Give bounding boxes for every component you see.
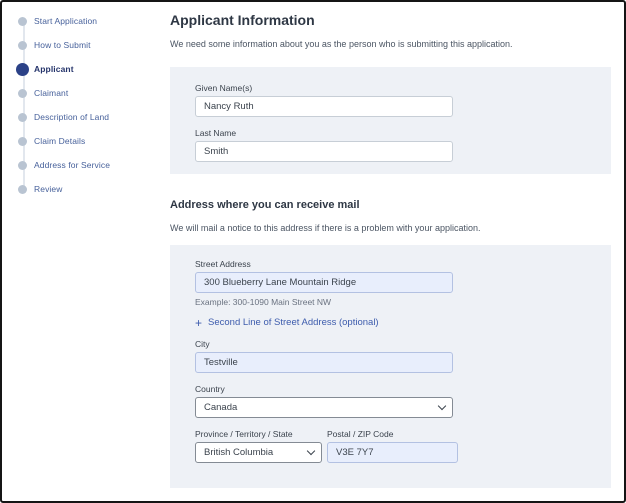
street-address-hint: Example: 300-1090 Main Street NW [195, 297, 332, 307]
address-panel: Street Address Example: 300-1090 Main St… [170, 245, 611, 488]
step-label: How to Submit [34, 40, 91, 50]
step-dot-icon [18, 136, 27, 146]
country-select-wrap: Canada [195, 397, 453, 418]
step-label: Review [34, 184, 63, 194]
step-label: Start Application [34, 16, 98, 26]
sidebar-item-claim-details[interactable]: Claim Details [16, 129, 162, 153]
sidebar-item-applicant[interactable]: Applicant [16, 57, 162, 81]
step-label: Description of Land [34, 112, 110, 122]
step-dot-active-icon [16, 62, 29, 76]
stepper-sidebar: Start Application How to Submit Applican… [16, 9, 162, 201]
step-dot-icon [18, 160, 27, 170]
province-postal-row: Province / Territory / State British Col… [195, 429, 586, 463]
step-label: Address for Service [34, 160, 111, 170]
step-dot-icon [18, 184, 27, 194]
postal-code-input[interactable] [327, 442, 458, 463]
last-name-label: Last Name [195, 128, 237, 138]
sidebar-item-start-application[interactable]: Start Application [16, 9, 162, 33]
last-name-input[interactable] [195, 141, 453, 162]
street-address-input[interactable] [195, 272, 453, 293]
step-dot-icon [18, 112, 27, 122]
page-title: Applicant Information [170, 12, 315, 28]
name-panel: Given Name(s) Last Name [170, 67, 611, 174]
add-second-line-link[interactable]: + Second Line of Street Address (optiona… [195, 316, 586, 330]
step-dot-icon [18, 40, 27, 50]
postal-code-label: Postal / ZIP Code [327, 429, 394, 439]
city-input[interactable] [195, 352, 453, 373]
step-label: Claim Details [34, 136, 86, 146]
country-select[interactable]: Canada [195, 397, 453, 418]
address-section-heading: Address where you can receive mail [170, 199, 360, 211]
given-name-label: Given Name(s) [195, 83, 253, 93]
country-label: Country [195, 384, 225, 394]
given-name-input[interactable] [195, 96, 453, 117]
city-label: City [195, 339, 210, 349]
sidebar-item-how-to-submit[interactable]: How to Submit [16, 33, 162, 57]
sidebar-item-address-for-service[interactable]: Address for Service [16, 153, 162, 177]
sidebar-item-claimant[interactable]: Claimant [16, 81, 162, 105]
province-select-wrap: British Columbia [195, 442, 322, 463]
step-dot-icon [18, 16, 27, 26]
province-select[interactable]: British Columbia [195, 442, 322, 463]
add-second-line-label: Second Line of Street Address (optional) [208, 317, 379, 328]
application-form-page: Start Application How to Submit Applican… [0, 0, 626, 503]
step-label: Applicant [34, 64, 74, 74]
sidebar-item-review[interactable]: Review [16, 177, 162, 201]
step-label: Claimant [34, 88, 69, 98]
step-dot-icon [18, 88, 27, 98]
address-section-intro: We will mail a notice to this address if… [170, 223, 481, 233]
province-label: Province / Territory / State [195, 429, 293, 439]
page-intro: We need some information about you as th… [170, 39, 513, 49]
street-address-label: Street Address [195, 259, 251, 269]
sidebar-item-description-of-land[interactable]: Description of Land [16, 105, 162, 129]
plus-icon: + [195, 316, 203, 330]
